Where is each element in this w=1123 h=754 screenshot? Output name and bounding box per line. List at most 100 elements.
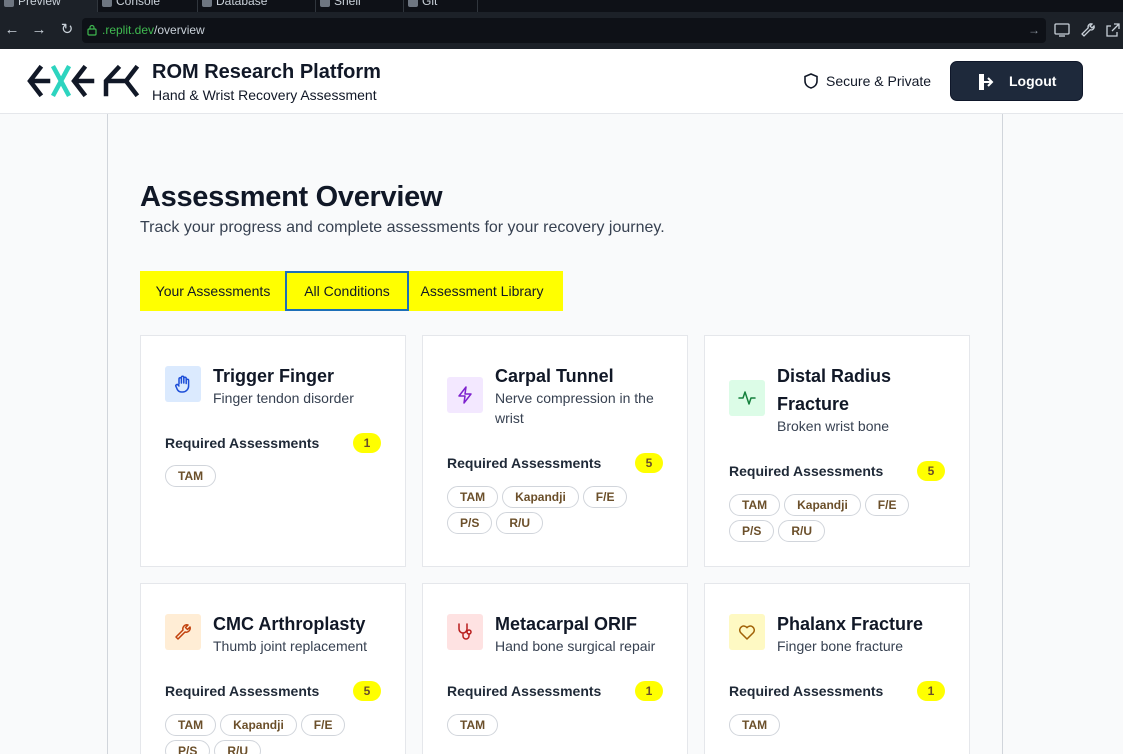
chip-fe: F/E	[300, 714, 346, 736]
assessment-tabs: Your Assessments All Conditions Assessme…	[140, 271, 563, 311]
database-icon	[202, 0, 212, 7]
required-assessments-label: Required Assessments	[729, 683, 884, 699]
chip-tam: TAM	[165, 465, 217, 487]
logout-button[interactable]: Logout	[950, 61, 1083, 101]
chip-tam: TAM	[729, 494, 781, 516]
chip-ru: R/U	[778, 520, 826, 542]
assessment-chips: TAM Kapandji F/E P/S R/U	[447, 486, 667, 538]
git-icon	[408, 0, 418, 7]
hand-icon	[165, 366, 201, 402]
condition-card-carpal-tunnel[interactable]: Carpal Tunnel Nerve compression in the w…	[422, 335, 688, 567]
chip-ps: P/S	[165, 740, 211, 754]
browser-tab-label: Preview	[18, 0, 61, 8]
count-badge: 5	[635, 453, 663, 473]
chip-kapandji: Kapandji	[220, 714, 297, 736]
chip-ps: P/S	[729, 520, 775, 542]
card-title: Distal Radius Fracture	[777, 366, 892, 414]
browser-tab-git[interactable]: Git	[404, 0, 478, 12]
shell-icon	[320, 0, 330, 7]
required-assessments-label: Required Assessments	[447, 455, 602, 471]
console-icon	[102, 0, 112, 7]
browser-tabstrip: Preview Console Database Shell Git	[0, 0, 1123, 12]
count-badge: 1	[353, 433, 381, 453]
required-assessments-label: Required Assessments	[729, 463, 884, 479]
chip-ru: R/U	[214, 740, 262, 754]
assessment-chips: TAM	[729, 714, 949, 740]
wrench-tool-icon[interactable]	[1079, 21, 1097, 39]
browser-tab-preview[interactable]: Preview	[0, 0, 98, 12]
reload-icon[interactable]: ↻	[57, 20, 77, 40]
card-title: Trigger Finger	[213, 366, 335, 386]
tab-assessment-library[interactable]: Assessment Library	[409, 271, 555, 311]
browser-tab-shell[interactable]: Shell	[316, 0, 404, 12]
chip-tam: TAM	[165, 714, 217, 736]
external-link-icon[interactable]	[1104, 21, 1122, 39]
assessment-chips: TAM	[447, 714, 667, 740]
browser-tab-console[interactable]: Console	[98, 0, 198, 12]
pulse-icon	[729, 380, 765, 416]
chip-ru: R/U	[496, 512, 544, 534]
heart-icon	[729, 614, 765, 650]
secure-label: Secure & Private	[826, 73, 932, 89]
browser-tab-label: Console	[116, 0, 161, 8]
open-arrow-icon[interactable]: →	[1028, 18, 1040, 43]
chip-kapandji: Kapandji	[784, 494, 861, 516]
chip-ps: P/S	[447, 512, 493, 534]
app-title: ROM Research Platform	[152, 61, 381, 83]
app-header: ROM Research Platform Hand & Wrist Recov…	[0, 49, 1123, 114]
url-path: /overview	[154, 23, 205, 37]
browser-tab-database[interactable]: Database	[198, 0, 316, 12]
required-assessments-label: Required Assessments	[447, 683, 602, 699]
count-badge: 1	[917, 681, 945, 701]
chip-fe: F/E	[864, 494, 910, 516]
browser-tab-label: Shell	[334, 0, 361, 8]
page-subtitle: Track your progress and complete assessm…	[140, 219, 665, 236]
app-subtitle: Hand & Wrist Recovery Assessment	[152, 87, 377, 103]
condition-card-distal-radius-fracture[interactable]: Distal Radius Fracture Broken wrist bone…	[704, 335, 970, 567]
card-title: Metacarpal ORIF	[495, 614, 638, 634]
forward-arrow-icon[interactable]: →	[29, 20, 49, 40]
count-badge: 5	[353, 681, 381, 701]
chip-fe: F/E	[582, 486, 628, 508]
count-badge: 1	[635, 681, 663, 701]
assessment-chips: TAM	[165, 465, 385, 491]
tab-your-assessments[interactable]: Your Assessments	[140, 271, 286, 311]
secure-indicator: Secure & Private	[804, 73, 931, 89]
browser-tab-label: Database	[216, 0, 268, 8]
assessment-chips: TAM Kapandji F/E P/S R/U	[165, 714, 385, 754]
device-icon[interactable]	[1053, 21, 1071, 39]
card-title: Phalanx Fracture	[777, 614, 924, 634]
condition-card-trigger-finger[interactable]: Trigger Finger Finger tendon disorder Re…	[140, 335, 406, 567]
card-title: Carpal Tunnel	[495, 366, 614, 386]
exer-logo	[27, 64, 140, 98]
chip-tam: TAM	[729, 714, 781, 736]
wrench-icon	[165, 614, 201, 650]
stethoscope-icon	[447, 614, 483, 650]
required-assessments-label: Required Assessments	[165, 683, 320, 699]
card-description: Finger tendon disorder	[213, 390, 354, 406]
condition-card-cmc-arthroplasty[interactable]: CMC Arthroplasty Thumb joint replacement…	[140, 583, 406, 754]
card-description: Broken wrist bone	[777, 418, 890, 434]
card-description: Nerve compression in the wrist	[495, 390, 654, 426]
chip-kapandji: Kapandji	[502, 486, 579, 508]
assessment-chips: TAM Kapandji F/E P/S R/U	[729, 494, 949, 546]
condition-card-metacarpal-orif[interactable]: Metacarpal ORIF Hand bone surgical repai…	[422, 583, 688, 754]
logout-label: Logout	[1009, 73, 1057, 89]
card-description: Finger bone fracture	[777, 638, 904, 654]
page-title: Assessment Overview	[140, 181, 443, 213]
card-title: CMC Arthroplasty	[213, 614, 366, 634]
address-bar[interactable]: .replit.dev/overview →	[82, 18, 1046, 43]
card-description: Thumb joint replacement	[213, 638, 368, 654]
logout-icon	[979, 74, 994, 90]
tab-all-conditions[interactable]: All Conditions	[285, 271, 409, 311]
url-domain: .replit.dev	[102, 23, 155, 37]
link-icon	[87, 24, 97, 36]
lightning-icon	[447, 377, 483, 413]
condition-card-phalanx-fracture[interactable]: Phalanx Fracture Finger bone fracture Re…	[704, 583, 970, 754]
shield-icon	[804, 73, 818, 89]
back-arrow-icon[interactable]: ←	[2, 20, 22, 40]
count-badge: 5	[917, 461, 945, 481]
preview-icon	[4, 0, 14, 7]
required-assessments-label: Required Assessments	[165, 435, 320, 451]
card-description: Hand bone surgical repair	[495, 638, 656, 654]
